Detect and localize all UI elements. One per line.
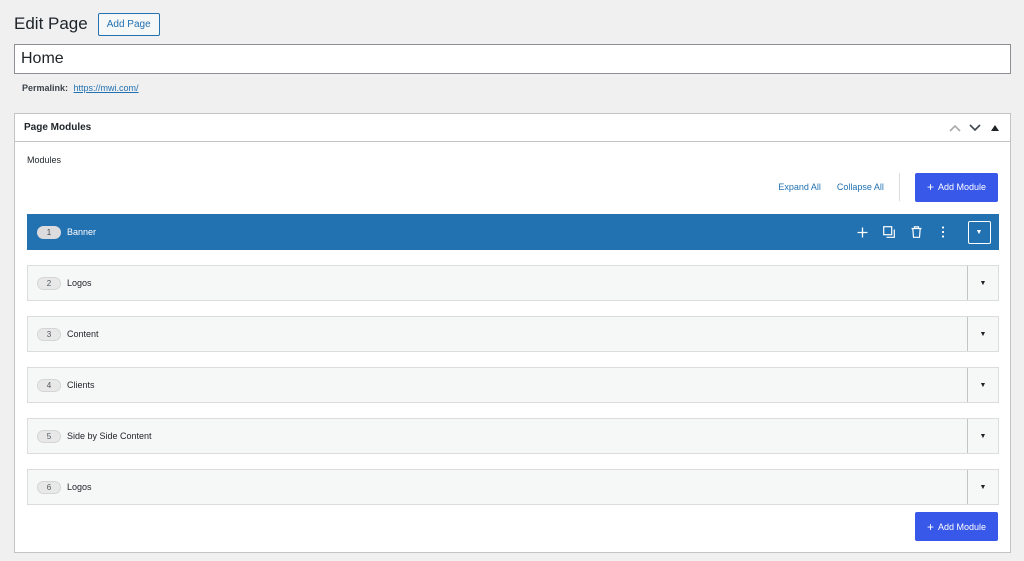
module-toggle[interactable]: ▼ — [967, 266, 998, 300]
plus-icon: + — [926, 519, 934, 534]
dropdown-triangle-icon: ▼ — [979, 279, 987, 287]
chevron-down-icon[interactable] — [968, 121, 982, 135]
module-number-badge: 2 — [37, 276, 61, 290]
module-name: Banner — [67, 227, 97, 237]
module-row-logos[interactable]: 2 Logos ▼ — [27, 265, 999, 301]
dropdown-triangle-icon: ▼ — [979, 330, 987, 338]
add-page-button[interactable]: Add Page — [97, 12, 160, 36]
panel-actions — [948, 121, 1002, 135]
dropdown-triangle-icon: ▼ — [979, 381, 987, 389]
module-toggle[interactable]: ▼ — [960, 215, 998, 249]
permalink-label: Permalink: — [22, 83, 69, 93]
more-vertical-icon[interactable] — [936, 225, 950, 239]
add-below-plus-icon[interactable] — [855, 225, 869, 239]
plus-icon: + — [926, 180, 934, 194]
chevron-up-icon[interactable] — [948, 121, 962, 135]
panel-title: Page Modules — [24, 122, 92, 133]
module-row-content[interactable]: 3 Content ▼ — [27, 316, 999, 352]
add-module-label: Add Module — [937, 521, 986, 532]
module-number-badge: 5 — [37, 429, 61, 443]
toggle-box: ▼ — [967, 220, 991, 244]
module-name: Clients — [67, 380, 95, 390]
collapse-all-link[interactable]: Collapse All — [837, 182, 884, 192]
dropdown-triangle-icon: ▼ — [979, 432, 987, 440]
module-row-banner[interactable]: 1 Banner ▼ — [27, 214, 999, 250]
dropdown-triangle-icon: ▼ — [975, 228, 983, 236]
modules-toolbar: Expand All Collapse All + Add Module — [778, 172, 998, 202]
add-module-bottom-button[interactable]: + Add Module — [914, 512, 998, 541]
module-row-side-by-side-content[interactable]: 5 Side by Side Content ▼ — [27, 418, 999, 454]
module-name: Logos — [67, 482, 92, 492]
module-row-logos-2[interactable]: 6 Logos ▼ — [27, 469, 999, 505]
toolbar-divider — [898, 173, 900, 201]
module-name: Logos — [67, 278, 92, 288]
module-actions — [855, 225, 950, 239]
module-toggle[interactable]: ▼ — [967, 419, 998, 453]
module-number-badge: 1 — [37, 225, 61, 239]
add-module-button[interactable]: + Add Module — [914, 172, 998, 202]
module-number-badge: 4 — [37, 378, 61, 392]
page-title: Edit Page — [14, 14, 88, 33]
permalink-url-link[interactable]: https://mwi.com/ — [74, 83, 139, 93]
module-toggle[interactable]: ▼ — [967, 470, 998, 504]
module-name: Side by Side Content — [67, 431, 152, 441]
duplicate-icon[interactable] — [882, 225, 896, 239]
add-module-label: Add Module — [937, 182, 986, 192]
page-title-input[interactable]: Home — [14, 44, 1011, 74]
module-number-badge: 3 — [37, 327, 61, 341]
trash-icon[interactable] — [909, 225, 923, 239]
module-row-clients[interactable]: 4 Clients ▼ — [27, 367, 999, 403]
page-header: Edit Page Add Page — [14, 12, 160, 36]
collapse-triangle-icon[interactable] — [988, 121, 1002, 135]
dropdown-triangle-icon: ▼ — [979, 483, 987, 491]
module-name: Content — [67, 329, 99, 339]
modules-label: Modules — [27, 155, 62, 165]
page-modules-panel: Page Modules Modules Expand All Collapse… — [14, 113, 1011, 553]
panel-header: Page Modules — [15, 114, 1010, 142]
module-toggle[interactable]: ▼ — [967, 368, 998, 402]
module-number-badge: 6 — [37, 480, 61, 494]
expand-all-link[interactable]: Expand All — [778, 182, 821, 192]
permalink: Permalink: https://mwi.com/ — [22, 83, 139, 93]
module-toggle[interactable]: ▼ — [967, 317, 998, 351]
